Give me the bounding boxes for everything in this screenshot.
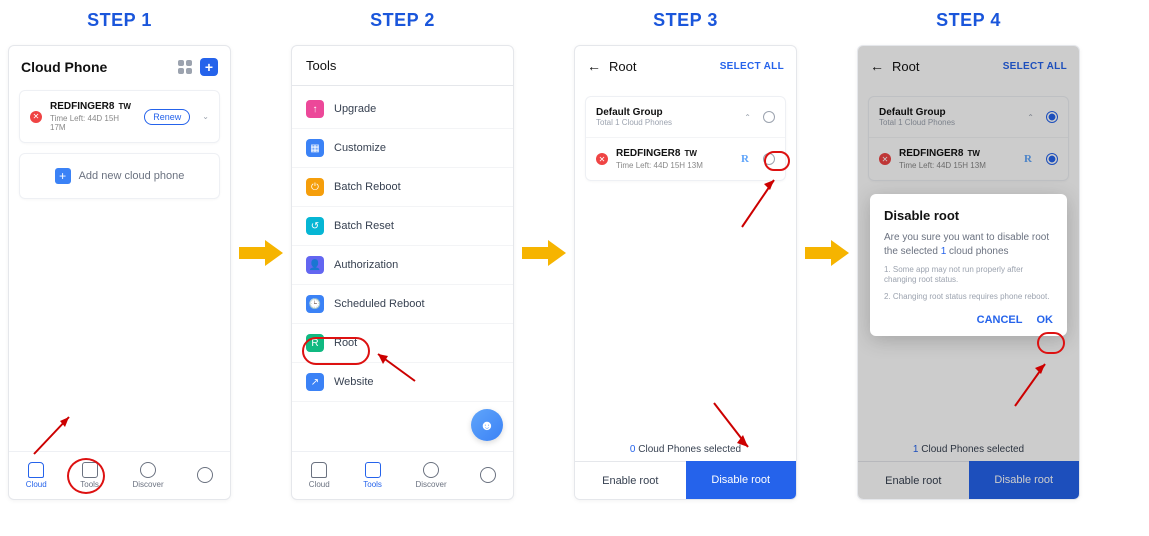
modal-note-2: 2. Changing root status requires phone r… (884, 292, 1053, 302)
step-4-title: STEP 4 (936, 10, 1001, 31)
group-subtitle: Total 1 Cloud Phones (596, 118, 738, 127)
nav-discover[interactable]: Discover (416, 462, 447, 489)
clock-icon: 🕒 (306, 295, 324, 313)
tool-batch-reboot[interactable]: ⏻Batch Reboot (292, 168, 513, 207)
group-card: Default Group Total 1 Cloud Phones ⌃ ✕ R… (585, 96, 786, 181)
device-radio[interactable] (763, 153, 775, 165)
back-icon[interactable]: ← (587, 58, 601, 74)
step1-screen: Cloud Phone + ✕ REDFINGER8TW Time Left: … (8, 45, 231, 500)
step-1-title: STEP 1 (87, 10, 152, 31)
select-all-button[interactable]: SELECT ALL (720, 61, 784, 72)
plus-icon: + (55, 168, 71, 184)
root-title: Root (609, 59, 636, 74)
reset-icon: ↺ (306, 217, 324, 235)
tool-scheduled-reboot[interactable]: 🕒Scheduled Reboot (292, 285, 513, 324)
tools-title: Tools (292, 46, 513, 86)
tool-upgrade[interactable]: ↑Upgrade (292, 90, 513, 129)
discover-icon (140, 462, 156, 478)
tools-icon (82, 462, 98, 478)
renew-button[interactable]: Renew (144, 109, 190, 125)
me-icon (480, 467, 496, 483)
disable-root-modal: Disable root Are you sure you want to di… (870, 194, 1067, 336)
nav-discover[interactable]: Discover (133, 462, 164, 489)
time-left: Time Left: 44D 15H 17M (50, 114, 136, 132)
tool-authorization[interactable]: 👤Authorization (292, 246, 513, 285)
tool-root[interactable]: RRoot (292, 324, 513, 363)
auth-icon: 👤 (306, 256, 324, 274)
chevron-down-icon[interactable]: ⌄ (202, 112, 209, 121)
grid-view-icon[interactable] (178, 60, 192, 74)
device-row[interactable]: ✕ REDFINGER8TW Time Left: 44D 15H 13M R (586, 137, 785, 180)
enable-root-button[interactable]: Enable root (575, 461, 686, 499)
root-badge-icon: R (741, 153, 749, 165)
reboot-icon: ⏻ (306, 178, 324, 196)
nav-me[interactable] (480, 467, 496, 485)
assistant-icon[interactable]: ☻ (471, 409, 503, 441)
modal-ok-button[interactable]: OK (1037, 314, 1054, 326)
website-icon: ↗ (306, 373, 324, 391)
step-arrow-1 (231, 10, 291, 266)
step-arrow-3 (797, 10, 857, 266)
tools-icon (365, 462, 381, 478)
upgrade-icon: ↑ (306, 100, 324, 118)
chevron-up-icon: ⌃ (744, 113, 751, 122)
annotation-arrow (732, 172, 782, 232)
nav-cloud[interactable]: Cloud (26, 462, 47, 489)
nav-me[interactable] (197, 467, 213, 485)
cloud-icon (311, 462, 327, 478)
step-2-title: STEP 2 (370, 10, 435, 31)
group-radio[interactable] (763, 111, 775, 123)
cloud-phone-title: Cloud Phone (21, 59, 107, 75)
modal-title: Disable root (884, 208, 1053, 223)
tool-website[interactable]: ↗Website (292, 363, 513, 402)
nav-cloud[interactable]: Cloud (309, 462, 330, 489)
group-name: Default Group (596, 107, 738, 118)
selected-count-bar: 0 Cloud Phones selected (575, 438, 796, 461)
nav-tools[interactable]: Tools (80, 462, 99, 489)
status-dot-icon: ✕ (30, 111, 42, 123)
cloud-icon (28, 462, 44, 478)
bottom-nav: Cloud Tools Discover (9, 451, 230, 499)
step2-screen: Tools ↑Upgrade ▦Customize ⏻Batch Reboot … (291, 45, 514, 500)
modal-note-1: 1. Some app may not run properly after c… (884, 265, 1053, 286)
step-arrow-2 (514, 10, 574, 266)
time-left: Time Left: 44D 15H 13M (616, 161, 733, 170)
step3-screen: ← Root SELECT ALL Default Group Total 1 … (574, 45, 797, 500)
bottom-nav: Cloud Tools Discover (292, 451, 513, 499)
add-button[interactable]: + (200, 58, 218, 76)
disable-root-button[interactable]: Disable root (686, 461, 797, 499)
device-name: REDFINGER8TW (616, 148, 733, 159)
group-header[interactable]: Default Group Total 1 Cloud Phones ⌃ (586, 97, 785, 137)
tool-batch-reset[interactable]: ↺Batch Reset (292, 207, 513, 246)
root-icon: R (306, 334, 324, 352)
modal-body: Are you sure you want to disable root th… (884, 231, 1053, 259)
discover-icon (423, 462, 439, 478)
step4-screen: ← Root SELECT ALL Default Group Total 1 … (857, 45, 1080, 500)
status-dot-icon: ✕ (596, 153, 608, 165)
modal-cancel-button[interactable]: CANCEL (977, 314, 1023, 326)
nav-tools[interactable]: Tools (363, 462, 382, 489)
customize-icon: ▦ (306, 139, 324, 157)
device-name: REDFINGER8TW (50, 101, 136, 112)
add-cloud-phone-button[interactable]: + Add new cloud phone (19, 153, 220, 199)
step-3-title: STEP 3 (653, 10, 718, 31)
tool-customize[interactable]: ▦Customize (292, 129, 513, 168)
device-card[interactable]: ✕ REDFINGER8TW Time Left: 44D 15H 17M Re… (19, 90, 220, 143)
me-icon (197, 467, 213, 483)
